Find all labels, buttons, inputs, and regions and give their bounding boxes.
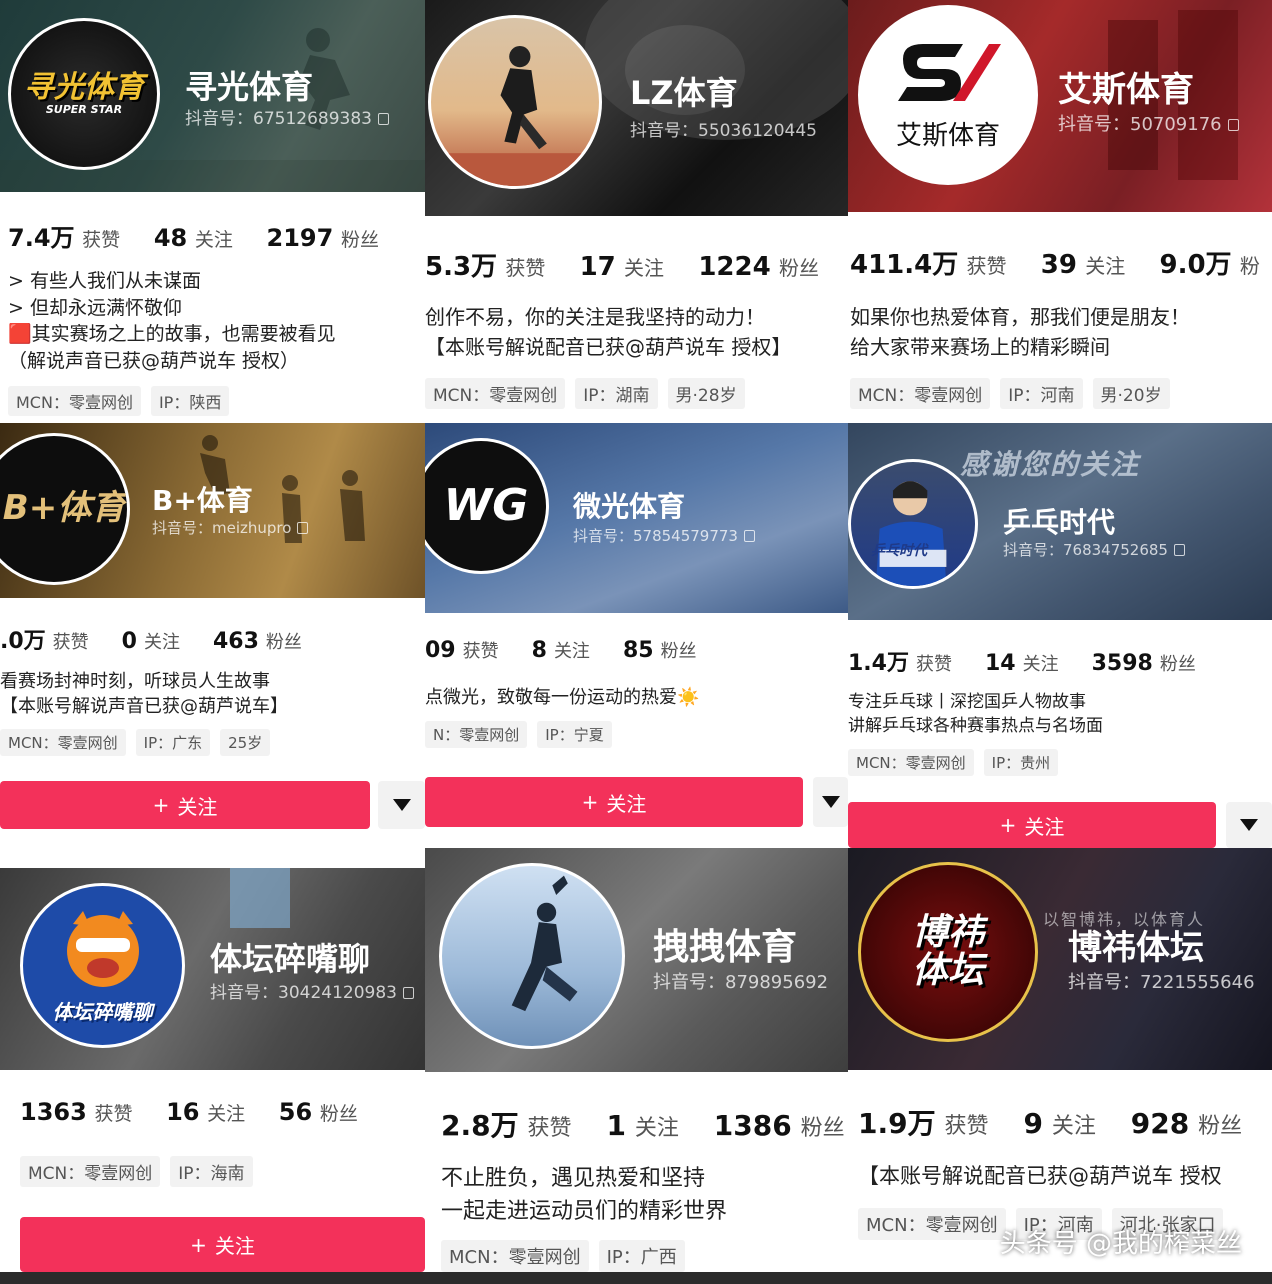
bottom-bar <box>0 1272 1272 1284</box>
profile-card-weiguang[interactable]: WG 微光体育 抖音号：57854579773 09 获赞 8 关注 85 粉丝… <box>425 423 848 848</box>
plus-icon: + <box>999 813 1017 837</box>
account-id[interactable]: 抖音号：879895692 <box>653 968 828 994</box>
profile-card-pingpang[interactable]: 感谢您的关注 乒乓时代 乒乓时代 抖音号：76834752685 1.4万 获赞… <box>848 423 1272 848</box>
profile-card-aisi[interactable]: 艾斯体育 艾斯体育 抖音号：50709176 411.4万 获赞 39 关注 9… <box>848 0 1272 420</box>
avatar[interactable] <box>439 863 625 1049</box>
copy-icon[interactable] <box>1227 119 1239 131</box>
avatar[interactable]: 乒乓时代 <box>848 459 978 589</box>
dropdown-arrow-icon <box>821 796 840 808</box>
profile-name: 拽拽体育 <box>653 927 798 968</box>
avatar-logo-text: WG <box>443 479 529 531</box>
profile-stats: 1.4万 获赞 14 关注 3598 粉丝 <box>848 651 1196 676</box>
profile-tags: MCN：零壹网创 IP：贵州 <box>848 749 1059 776</box>
follow-button[interactable]: + 关注 <box>425 777 803 827</box>
follow-button[interactable]: + 关注 <box>0 781 370 829</box>
plus-icon: + <box>190 1232 207 1257</box>
profile-stats: 7.4万 获赞 48 关注 2197 粉丝 <box>8 224 379 252</box>
profile-tags: MCN：零壹网创 IP：湖南 男·28岁 <box>425 378 745 409</box>
profile-card-boyi[interactable]: 以智博祎，以体育人 博祎体坛 博祎体坛 抖音号：7221555646 1.9万 … <box>848 848 1272 1272</box>
account-id[interactable]: 抖音号：76834752685 <box>1003 539 1185 560</box>
profile-name: B+体育 <box>152 484 253 517</box>
banner-slogan: 感谢您的关注 <box>960 448 1141 481</box>
profile-tags: N：零壹网创 IP：宁夏 <box>425 721 612 748</box>
more-dropdown-button[interactable] <box>1226 802 1272 848</box>
account-id[interactable]: 抖音号：meizhupro <box>152 517 309 538</box>
account-id[interactable]: 抖音号：57854579773 <box>573 525 755 546</box>
profile-tags: MCN：零壹网创 IP：陕西 <box>8 386 230 416</box>
dropdown-arrow-icon <box>392 799 411 811</box>
profile-card-xunguang[interactable]: 寻光体育 SUPER STAR 寻光体育 抖音号：67512689383 7.4… <box>0 0 425 420</box>
copy-icon[interactable] <box>402 987 414 999</box>
plus-icon: + <box>152 793 170 817</box>
jumping-athlete-photo <box>511 875 578 1012</box>
profile-stats: 2.8万 获赞 1 关注 1386 粉丝 <box>441 1109 845 1142</box>
copy-icon[interactable] <box>297 522 309 534</box>
account-id[interactable]: 抖音号：55036120445 <box>630 116 817 141</box>
avatar[interactable]: 体坛碎嘴聊 <box>20 883 185 1048</box>
avatar-logo-text: B+体育 <box>2 488 126 529</box>
banner-shirt-art <box>230 868 290 928</box>
profile-stats: 09 获赞 8 关注 85 粉丝 <box>425 638 697 663</box>
account-id[interactable]: 抖音号：7221555646 <box>1068 968 1255 994</box>
profile-tags: MCN：零壹网创 IP：广东 25岁 <box>0 729 271 756</box>
profile-name: 体坛碎嘴聊 <box>210 940 371 978</box>
copy-icon[interactable] <box>1173 544 1185 556</box>
account-id[interactable]: 抖音号：67512689383 <box>185 104 389 129</box>
profile-bio: 专注乒乓球丨深挖国乒人物故事 讲解乒乓球各种赛事热点与名场面 <box>848 692 1103 736</box>
follow-button[interactable]: + 关注 <box>848 802 1216 848</box>
plus-icon: + <box>581 790 599 814</box>
profile-bio: 看赛场封神时刻，听球员人生故事 【本账号解说声音已获@葫芦说车】 <box>0 671 288 718</box>
profile-name: LZ体育 <box>630 74 738 112</box>
profile-name: 艾斯体育 <box>1058 70 1194 110</box>
profile-bio: 不止胜负，遇见热爱和坚持 一起走进运动员们的精彩世界 <box>441 1166 728 1224</box>
profile-card-titan[interactable]: 体坛碎嘴聊 体坛碎嘴聊 抖音号：30424120983 1363 获赞 16 关… <box>0 868 425 1272</box>
avatar-logo-text: 乒乓时代 <box>871 543 927 559</box>
dropdown-arrow-icon <box>1240 819 1258 831</box>
profile-bio: 如果你也热爱体育，那我们便是朋友！ 给大家带来赛场上的精彩瞬间 <box>850 305 1190 359</box>
watermark: 头条号 @我的榨菜丝 <box>999 1229 1242 1259</box>
profile-name: 寻光体育 <box>185 68 314 106</box>
profile-tags: MCN：零壹网创 IP：河南 男·20岁 <box>850 378 1170 409</box>
profile-card-zhuaizhuai[interactable]: 拽拽体育 抖音号：879895692 2.8万 获赞 1 关注 1386 粉丝 … <box>425 848 848 1272</box>
profile-tags: MCN：零壹网创 IP：海南 <box>20 1156 253 1187</box>
profile-name: 微光体育 <box>573 490 686 523</box>
avatar-logo-text: 寻光体育 <box>24 69 144 105</box>
profile-tags: MCN：零壹网创 IP：广西 <box>441 1240 685 1272</box>
runner-photo <box>431 46 599 186</box>
profile-stats: 1363 获赞 16 关注 56 粉丝 <box>20 1098 358 1126</box>
profile-bio: 点微光，致敬每一份运动的热爱☀️ <box>425 687 700 708</box>
player-photo <box>875 481 947 586</box>
avatar-logo-subtext: SUPER STAR <box>45 103 123 117</box>
account-id[interactable]: 抖音号：30424120983 <box>210 978 414 1003</box>
profile-name: 乒乓时代 <box>1003 506 1116 539</box>
profile-stats: 1.9万 获赞 9 关注 928 粉丝 <box>858 1107 1243 1140</box>
more-dropdown-button[interactable] <box>378 781 425 829</box>
profile-bio: 【本账号解说配音已获@葫芦说车 授权 <box>858 1164 1222 1188</box>
copy-icon[interactable] <box>743 530 755 542</box>
avatar[interactable]: 艾斯体育 <box>858 5 1038 185</box>
aisi-logo-icon <box>898 43 1001 101</box>
profile-card-lz[interactable]: LZ体育 抖音号：55036120445 5.3万 获赞 17 关注 1224 … <box>425 0 848 420</box>
tiger-mascot-icon <box>66 911 139 987</box>
avatar[interactable]: 寻光体育 SUPER STAR <box>8 18 160 170</box>
profile-stats: 411.4万 获赞 39 关注 9.0万 粉 <box>850 250 1260 280</box>
profile-card-bplus[interactable]: B+体育 B+体育 抖音号：meizhupro .0万 获赞 0 关注 463 … <box>0 423 425 868</box>
avatar-logo-text: 博祎体坛 <box>911 912 984 991</box>
avatar[interactable]: 博祎体坛 <box>858 862 1038 1042</box>
account-id[interactable]: 抖音号：50709176 <box>1058 110 1239 136</box>
avatar[interactable] <box>428 15 602 189</box>
follow-button[interactable]: + 关注 <box>20 1217 425 1272</box>
profile-bio: 创作不易，你的关注是我坚持的动力！ 【本账号解说配音已获@葫芦说车 授权】 <box>425 305 792 359</box>
copy-icon[interactable] <box>377 113 389 125</box>
more-dropdown-button[interactable] <box>813 777 848 827</box>
profile-bio: > 有些人我们从未谋面 > 但却永远满怀敬仰 🟥其实赛场之上的故事，也需要被看见 （解… <box>8 270 336 372</box>
profile-stats: .0万 获赞 0 关注 463 粉丝 <box>0 629 302 654</box>
avatar-logo-text: 艾斯体育 <box>895 120 1000 151</box>
profile-stats: 5.3万 获赞 17 关注 1224 粉丝 <box>425 252 819 282</box>
profile-name: 博祎体坛 <box>1068 928 1204 968</box>
avatar-logo-text: 体坛碎嘴聊 <box>52 1000 153 1024</box>
